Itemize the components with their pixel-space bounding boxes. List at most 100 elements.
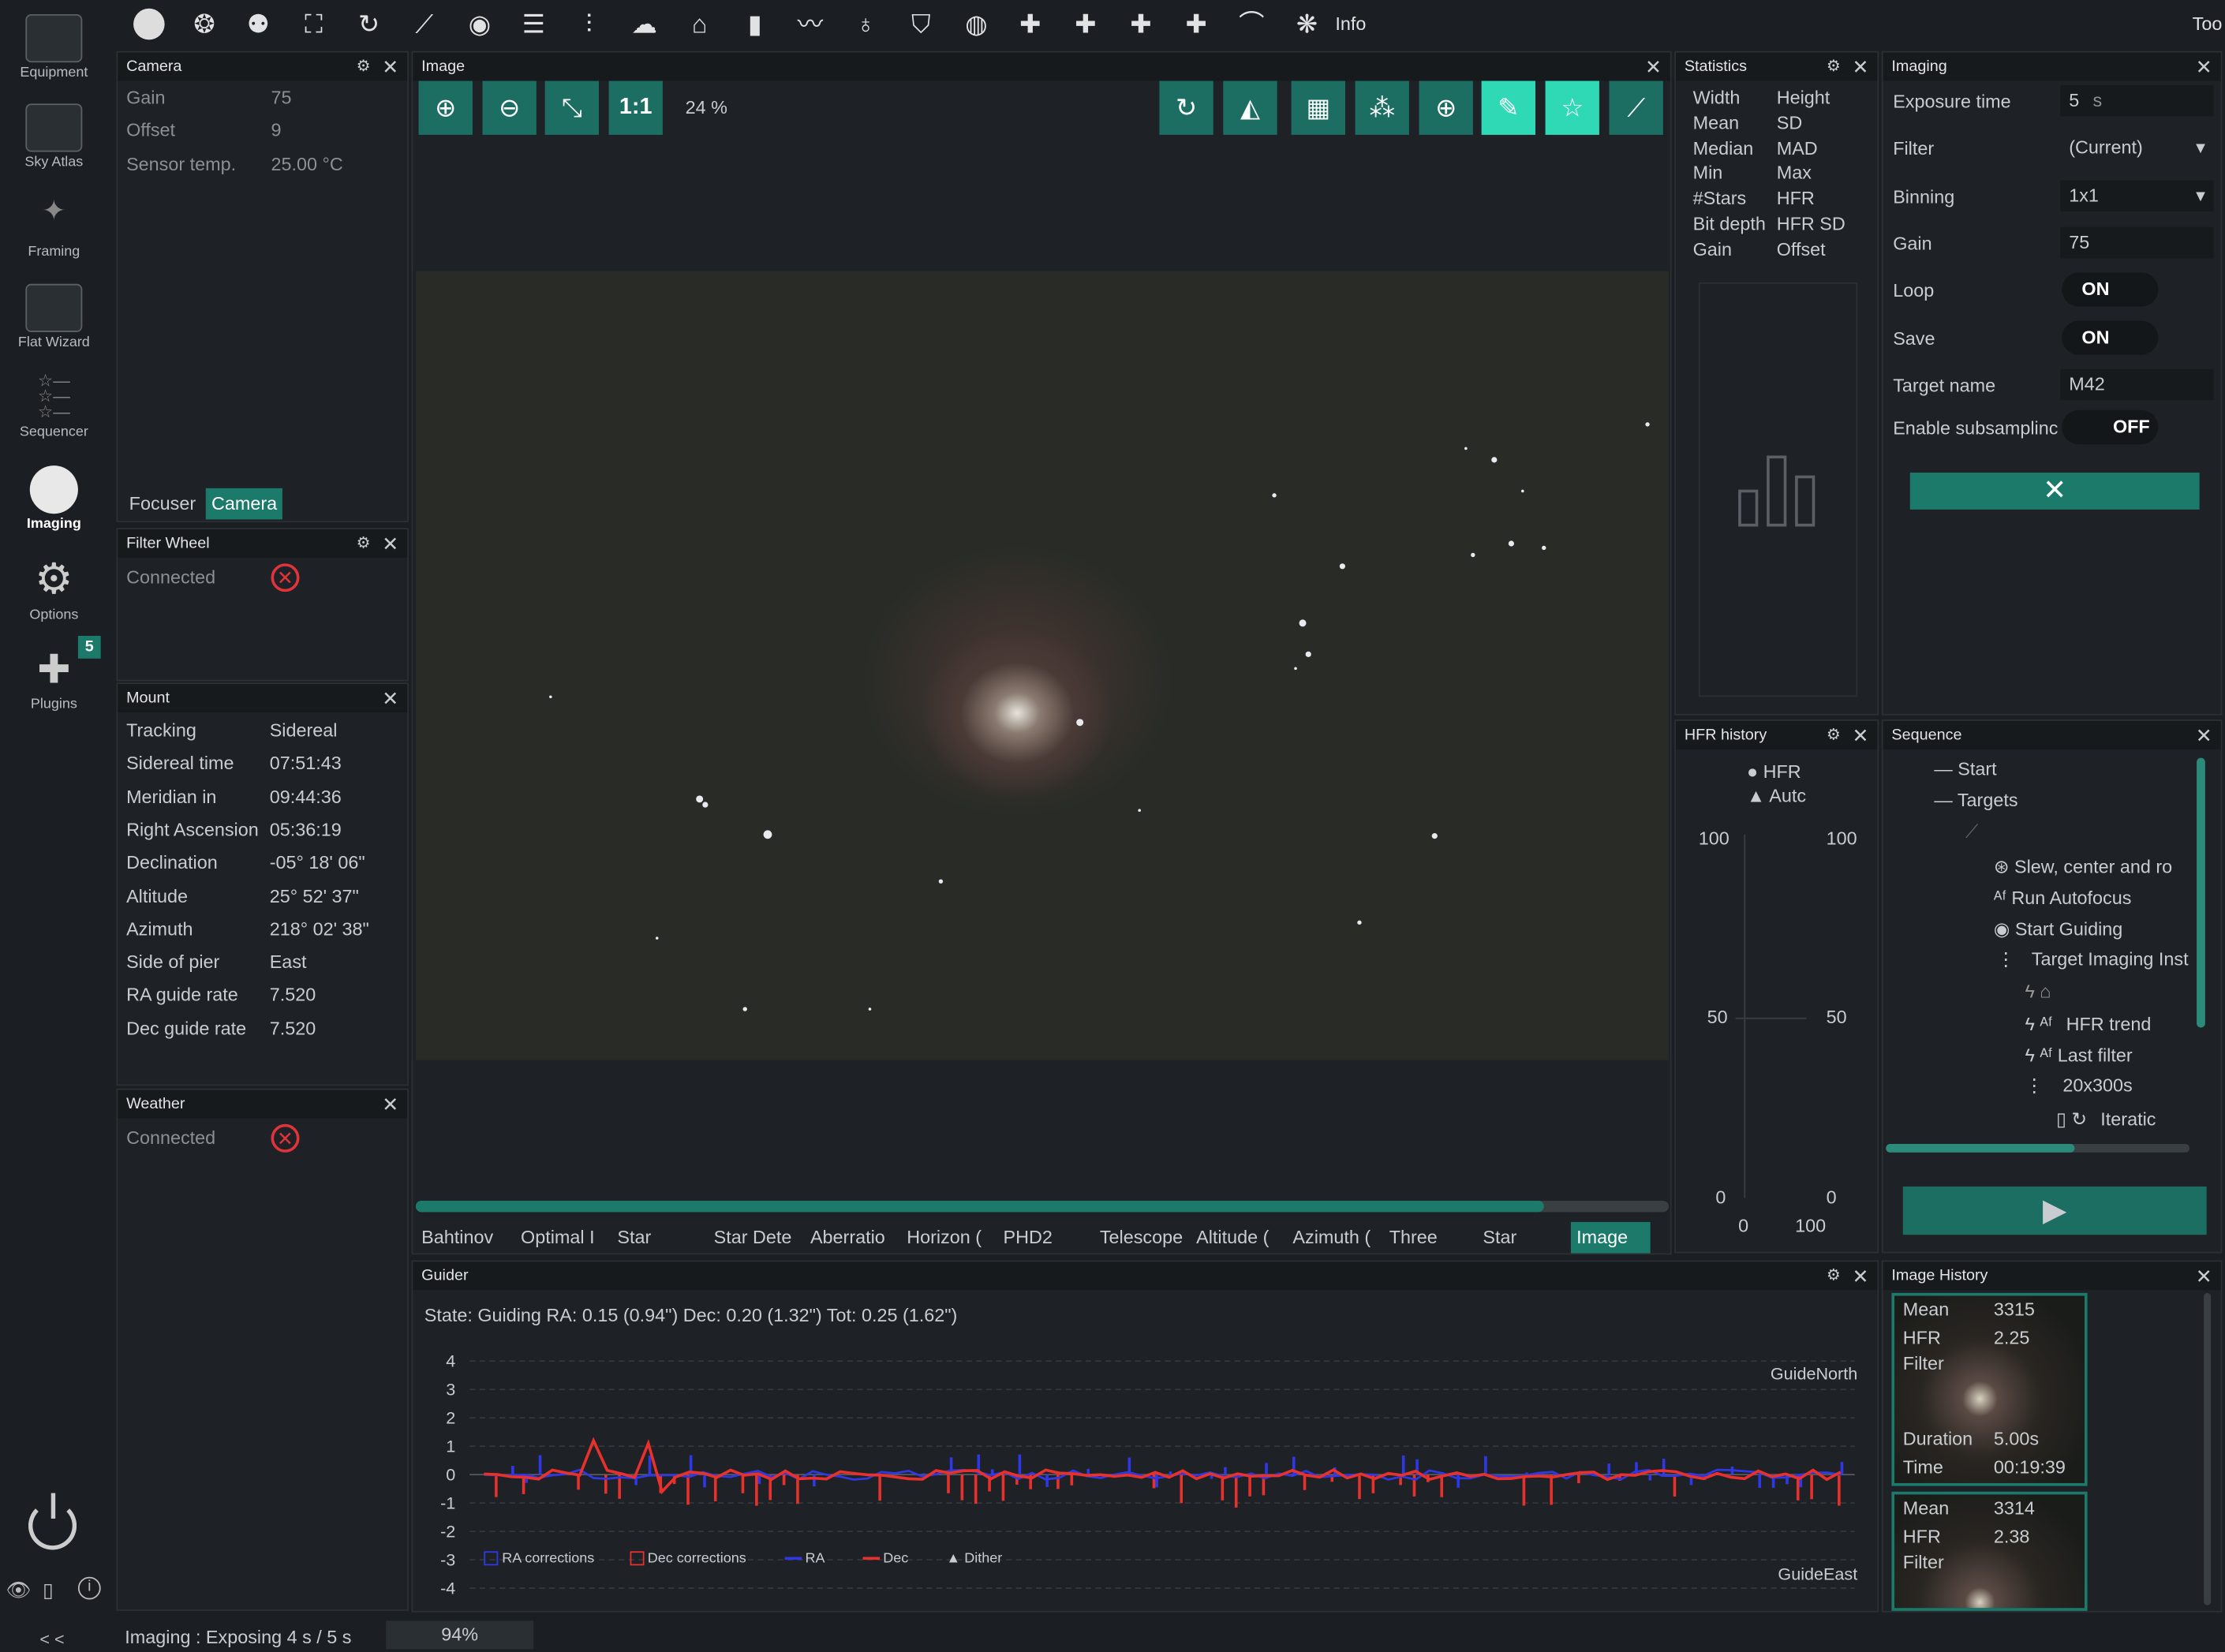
sidebar-item-imaging[interactable]: Imaging xyxy=(0,454,108,540)
binning-select[interactable]: 1x1 ▾ xyxy=(2060,180,2214,212)
close-icon[interactable]: ✕ xyxy=(1853,1265,1869,1289)
graph-icon[interactable]: 〰 xyxy=(793,7,827,41)
focus-icon[interactable]: ⛶ xyxy=(297,7,331,41)
fit-button[interactable]: ⤡ xyxy=(544,80,599,135)
image-tab[interactable]: Image xyxy=(1570,1221,1651,1254)
sequence-item-autofocus[interactable]: ᴬᶠ Run Autofocus xyxy=(1994,887,2132,908)
eye-icon[interactable]: 👁 xyxy=(6,1578,31,1602)
sequence-item-exposures[interactable]: ⋮ 20x300s xyxy=(2025,1075,2132,1097)
gear-icon[interactable]: ⚙ xyxy=(1827,57,1841,76)
satellite-button[interactable]: ⟋ xyxy=(1609,80,1663,135)
gear-icon[interactable]: ⚙ xyxy=(357,533,371,552)
subsampling-toggle[interactable]: OFF xyxy=(2062,409,2159,445)
image-tab[interactable]: Star Anno xyxy=(611,1222,702,1254)
telescope-icon[interactable]: ⟋ xyxy=(407,7,441,41)
sequence-item-slew[interactable]: ⊛ Slew, center and ro xyxy=(1994,856,2172,879)
collapse-button[interactable]: < < xyxy=(39,1629,64,1649)
sidebar-item-flat-wizard[interactable]: Flat Wizard xyxy=(0,272,108,357)
captured-image[interactable] xyxy=(415,271,1670,1060)
image-tab[interactable]: Optimal I xyxy=(515,1222,606,1254)
star-button[interactable]: ☆ xyxy=(1545,80,1599,135)
history-card[interactable]: Mean 3315 HFR 2.25 Filter Duration 5.00s… xyxy=(1891,1292,2088,1486)
bar-chart-icon[interactable]: ▮ xyxy=(738,7,772,41)
history-scrollbar[interactable] xyxy=(2204,1292,2212,1605)
zoom-out-button[interactable]: ⊖ xyxy=(482,80,537,135)
sequence-item-guiding[interactable]: ◉ Start Guiding xyxy=(1994,918,2122,941)
horizon-icon[interactable]: ⌒ xyxy=(1235,7,1269,41)
target-name-input[interactable]: M42 xyxy=(2060,368,2214,401)
sequence-item-start[interactable]: — Start xyxy=(1934,758,1996,779)
aperture-icon[interactable]: ❂ xyxy=(187,7,221,41)
wheel-icon[interactable]: ❋ xyxy=(1290,7,1324,41)
bulb-icon[interactable]: ♁ xyxy=(849,7,883,41)
image-tab[interactable]: Altitude ( xyxy=(1191,1222,1281,1254)
close-icon[interactable]: ✕ xyxy=(2196,1265,2212,1289)
gain-input[interactable]: 75 xyxy=(2060,226,2214,259)
info-icon[interactable]: i xyxy=(77,1576,101,1600)
loop-toggle[interactable]: ON xyxy=(2062,272,2159,307)
gear-icon[interactable]: ⚙ xyxy=(357,57,371,76)
sequence-scrollbar[interactable] xyxy=(2197,757,2205,1028)
image-tab[interactable]: Telescope xyxy=(1094,1222,1185,1254)
image-tab[interactable]: Three Poi xyxy=(1384,1222,1475,1254)
guider-icon[interactable]: ◉ xyxy=(462,7,496,41)
cloud-icon[interactable]: ☁ xyxy=(627,7,661,41)
zoom-in-button[interactable]: ⊕ xyxy=(418,80,473,135)
plugin-icon-2[interactable]: ✚ xyxy=(1068,7,1102,41)
image-tab[interactable]: Bahtinov xyxy=(416,1222,507,1254)
sidebar-item-sequencer[interactable]: ☆— ☆— ☆— Sequencer xyxy=(0,362,108,447)
star-detect-button[interactable]: ⁂ xyxy=(1355,80,1409,135)
dome-icon[interactable]: ⌂ xyxy=(682,7,716,41)
filter-wheel-icon[interactable]: ⚉ xyxy=(241,7,275,41)
image-tab[interactable]: PHD2 Info xyxy=(997,1222,1088,1254)
close-icon[interactable]: ✕ xyxy=(382,687,398,712)
close-icon[interactable]: ✕ xyxy=(2196,723,2212,748)
auto-stretch-button[interactable]: ✎ xyxy=(1481,80,1535,135)
gear-icon[interactable]: ⚙ xyxy=(1827,1266,1841,1285)
close-icon[interactable]: ✕ xyxy=(1853,723,1869,748)
book-icon[interactable]: ▯ xyxy=(43,1578,54,1602)
plugin-icon-4[interactable]: ✚ xyxy=(1180,7,1213,41)
rotator-icon[interactable]: ↻ xyxy=(352,7,386,41)
close-icon[interactable]: ✕ xyxy=(1853,55,1869,80)
shield-icon[interactable]: ⛉ xyxy=(904,7,938,41)
image-tab[interactable]: Aberratio xyxy=(805,1222,896,1254)
sidebar-item-options[interactable]: ⚙ Options xyxy=(0,545,108,630)
sequence-hscroll-track[interactable] xyxy=(1886,1143,2190,1153)
sequence-item-target-imaging[interactable]: ⋮ Target Imaging Inst xyxy=(1996,948,2188,971)
grid-button[interactable]: ▦ xyxy=(1291,80,1345,135)
info-button[interactable]: Info xyxy=(1335,13,1366,34)
image-tab[interactable]: Star Dete xyxy=(708,1222,798,1254)
tools-button[interactable]: Too xyxy=(2193,13,2223,34)
image-tab[interactable]: Horizon ( xyxy=(901,1222,992,1254)
globe-icon[interactable]: ◍ xyxy=(959,7,993,41)
sequence-item-last-filter[interactable]: ϟ ᴬᶠ Last filter xyxy=(2025,1045,2132,1066)
history-card[interactable]: Mean 3314 HFR 2.38 Filter xyxy=(1891,1491,2088,1611)
gear-icon[interactable]: ⚙ xyxy=(1827,725,1841,744)
start-sequence-button[interactable]: ▶ xyxy=(1902,1186,2207,1235)
sequence-hscroll-thumb[interactable] xyxy=(1886,1143,2074,1153)
one-to-one-button[interactable]: 1:1 xyxy=(608,80,663,135)
sequence-item-hfr-trend[interactable]: ϟ ᴬᶠ HFR trend xyxy=(2025,1013,2151,1034)
sidebar-item-equipment[interactable]: Equipment xyxy=(0,3,108,88)
tab-camera[interactable]: Camera xyxy=(205,488,283,520)
flip-button[interactable]: ◭ xyxy=(1223,80,1277,135)
cancel-exposure-button[interactable]: ✕ xyxy=(1909,473,2200,510)
crosshair-button[interactable]: ⊕ xyxy=(1419,80,1473,135)
close-icon[interactable]: ✕ xyxy=(382,1093,398,1117)
close-icon[interactable]: ✕ xyxy=(382,533,398,557)
image-tab[interactable]: Star Dete xyxy=(1477,1222,1565,1254)
plugin-icon-1[interactable]: ✚ xyxy=(1013,7,1047,41)
rotate-button[interactable]: ↻ xyxy=(1159,80,1213,135)
close-icon[interactable]: ✕ xyxy=(2196,55,2212,80)
exposure-time-input[interactable]: 5 s xyxy=(2060,84,2214,117)
close-icon[interactable]: ✕ xyxy=(1645,55,1662,80)
image-tab[interactable]: Azimuth ( xyxy=(1287,1222,1378,1254)
sequence-item-targets[interactable]: — Targets xyxy=(1934,789,2017,810)
plugin-icon-3[interactable]: ✚ xyxy=(1124,7,1157,41)
filter-select[interactable]: (Current) ▾ xyxy=(2060,132,2213,163)
moon-icon[interactable] xyxy=(133,8,165,40)
sliders-icon[interactable]: ⫶ xyxy=(572,7,606,41)
switch-icon[interactable]: ☰ xyxy=(517,7,551,41)
sidebar-item-sky-atlas[interactable]: Sky Atlas xyxy=(0,92,108,178)
